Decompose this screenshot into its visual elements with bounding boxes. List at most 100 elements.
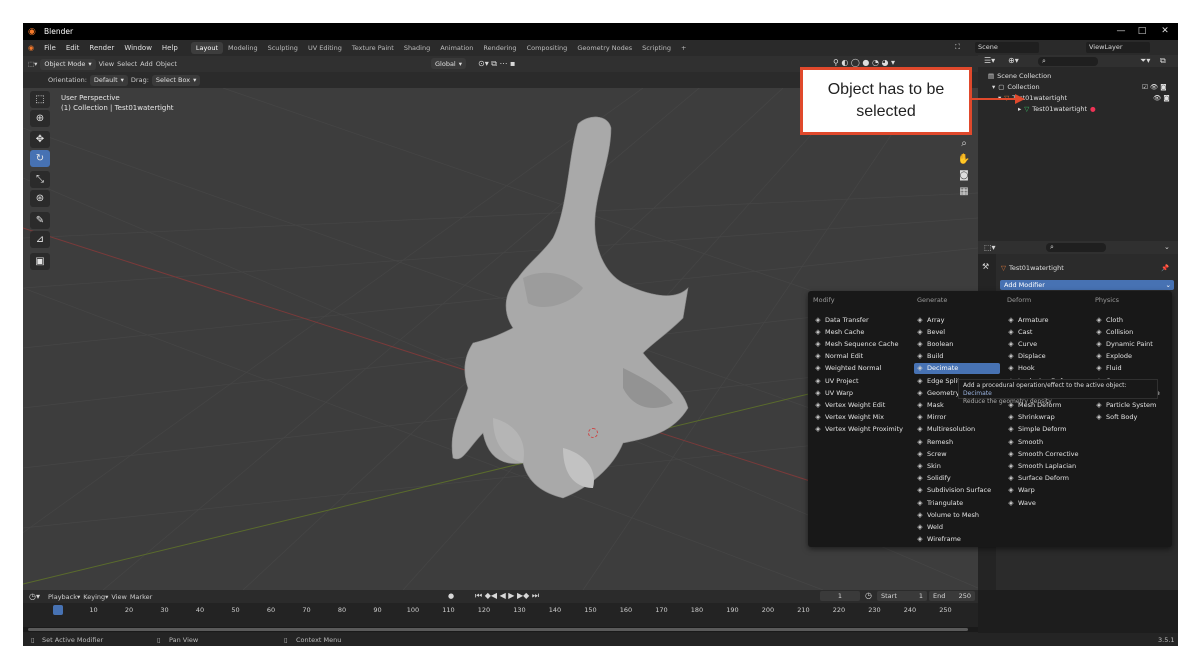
rotate-icon[interactable]: ↻ (30, 150, 50, 167)
modifier-item-fluid[interactable]: ◈ Fluid (1093, 363, 1168, 374)
properties-search-input[interactable]: ⌕ (1046, 243, 1106, 252)
modifier-item-wave[interactable]: ◈ Wave (1005, 497, 1090, 508)
tool-tab-icon[interactable]: ⚒ (982, 262, 989, 271)
playhead[interactable] (53, 605, 63, 615)
annotate-icon[interactable]: ✎ (30, 212, 50, 229)
pivot-snap-icons[interactable]: ⊙▾ ⧉ ⋯ ▪ (478, 59, 515, 69)
modifier-item-armature[interactable]: ◈ Armature (1005, 314, 1090, 325)
clock-icon[interactable]: ◷ (865, 591, 872, 600)
workspace-tab-uv-editing[interactable]: UV Editing (303, 42, 347, 54)
measure-icon[interactable]: ⊿ (30, 231, 50, 248)
modifier-item-vertex-weight-proximity[interactable]: ◈ Vertex Weight Proximity (812, 424, 910, 435)
modifier-item-mesh-cache[interactable]: ◈ Mesh Cache (812, 326, 910, 337)
modifier-item-collision[interactable]: ◈ Collision (1093, 326, 1168, 337)
scene-selector[interactable]: Scene (975, 42, 1039, 53)
modifier-item-subdivision-surface[interactable]: ◈ Subdivision Surface (914, 485, 1000, 496)
modifier-item-normal-edit[interactable]: ◈ Normal Edit (812, 351, 910, 362)
modifier-item-hook[interactable]: ◈ Hook (1005, 363, 1090, 374)
modifier-item-vertex-weight-edit[interactable]: ◈ Vertex Weight Edit (812, 399, 910, 410)
transform-orientation-dropdown[interactable]: Global ▾ (431, 58, 467, 69)
filter-icon[interactable]: ⏷▾ (1140, 56, 1150, 66)
menu-help[interactable]: Help (157, 44, 183, 52)
modifier-item-smooth[interactable]: ◈ Smooth (1005, 436, 1090, 447)
modifier-item-uv-warp[interactable]: ◈ UV Warp (812, 387, 910, 398)
modifier-item-solidify[interactable]: ◈ Solidify (914, 473, 1000, 484)
mode-dropdown[interactable]: Object Mode ▾ (40, 58, 96, 70)
camera-icon[interactable]: ◙ (957, 170, 971, 184)
viewport-shading-icons[interactable]: ⚲ ◐ ◯ ● ◔ ◕ ▾ (833, 58, 895, 67)
playback-controls[interactable]: ⏮ ◆◀ ◀ ▶ ▶◆ ⏭ (475, 591, 539, 601)
outliner-row-collection[interactable]: ▾ ▢ Collection ☑ 👁 ◙ (992, 83, 1172, 91)
modifier-item-smooth-corrective[interactable]: ◈ Smooth Corrective (1005, 448, 1090, 459)
record-icon[interactable]: ● (448, 592, 454, 600)
marker-menu[interactable]: Marker (130, 593, 152, 601)
drag-dropdown[interactable]: Select Box ▾ (151, 74, 201, 86)
modifier-item-cast[interactable]: ◈ Cast (1005, 326, 1090, 337)
modifier-item-data-transfer[interactable]: ◈ Data Transfer (812, 314, 910, 325)
outliner-row-mesh[interactable]: ▸ ▽ Test01watertight ● (1018, 105, 1096, 113)
maximize-button[interactable]: □ (1131, 23, 1153, 40)
menu-render[interactable]: Render (84, 44, 119, 52)
timeline-scrollbar[interactable] (28, 628, 968, 631)
object-visibility-icons[interactable]: 👁 ◙ (1153, 94, 1170, 102)
modifier-item-shrinkwrap[interactable]: ◈ Shrinkwrap (1005, 412, 1090, 423)
current-frame-field[interactable]: 1 (820, 591, 860, 601)
end-frame-field[interactable]: End 250 (929, 591, 975, 601)
editor-type-icon[interactable]: ⬚▾ (28, 60, 37, 68)
add-menu[interactable]: Add (140, 60, 153, 68)
modifier-item-smooth-laplacian[interactable]: ◈ Smooth Laplacian (1005, 460, 1090, 471)
modifier-item-volume-to-mesh[interactable]: ◈ Volume to Mesh (914, 509, 1000, 520)
modifier-item-warp[interactable]: ◈ Warp (1005, 485, 1090, 496)
modifier-item-weighted-normal[interactable]: ◈ Weighted Normal (812, 363, 910, 374)
pan-hand-icon[interactable]: ✋ (957, 154, 971, 168)
workspace-tab-layout[interactable]: Layout (190, 42, 223, 54)
modifier-item-simple-deform[interactable]: ◈ Simple Deform (1005, 424, 1090, 435)
modifier-item-bevel[interactable]: ◈ Bevel (914, 326, 1000, 337)
minimize-button[interactable]: — (1110, 23, 1132, 40)
workspace-tab-shading[interactable]: Shading (399, 42, 435, 54)
add-workspace-button[interactable]: + (676, 42, 691, 54)
modifier-item-cloth[interactable]: ◈ Cloth (1093, 314, 1168, 325)
view-layer-selector[interactable]: ViewLayer (1086, 42, 1150, 53)
playback-menu[interactable]: Playback▾ (48, 593, 80, 601)
properties-editor-icon[interactable]: ⬚▾ (984, 243, 996, 252)
modifier-item-displace[interactable]: ◈ Displace (1005, 351, 1090, 362)
workspace-tab-modeling[interactable]: Modeling (223, 42, 263, 54)
zoom-icon[interactable]: ⌕ (957, 138, 971, 152)
view-menu[interactable]: View (99, 60, 114, 68)
modifier-item-dynamic-paint[interactable]: ◈ Dynamic Paint (1093, 338, 1168, 349)
menu-window[interactable]: Window (119, 44, 157, 52)
collection-visibility-icons[interactable]: ☑ 👁 ◙ (1142, 83, 1167, 91)
ortho-grid-icon[interactable]: ▦ (957, 186, 971, 200)
cursor-3d-icon[interactable]: ⊕ (30, 110, 50, 127)
modifier-item-mesh-sequence-cache[interactable]: ◈ Mesh Sequence Cache (812, 338, 910, 349)
select-menu[interactable]: Select (117, 60, 137, 68)
workspace-tab-animation[interactable]: Animation (435, 42, 478, 54)
modifier-item-surface-deform[interactable]: ◈ Surface Deform (1005, 473, 1090, 484)
modifier-item-screw[interactable]: ◈ Screw (914, 448, 1000, 459)
modifier-item-explode[interactable]: ◈ Explode (1093, 351, 1168, 362)
start-frame-field[interactable]: Start 1 (877, 591, 927, 601)
modifier-item-build[interactable]: ◈ Build (914, 351, 1000, 362)
workspace-tab-compositing[interactable]: Compositing (522, 42, 573, 54)
outliner-search-input[interactable]: ⌕ (1038, 57, 1098, 66)
modifier-item-array[interactable]: ◈ Array (914, 314, 1000, 325)
modifier-item-curve[interactable]: ◈ Curve (1005, 338, 1090, 349)
modifier-item-mirror[interactable]: ◈ Mirror (914, 412, 1000, 423)
scale-icon[interactable]: ⤡ (30, 171, 50, 188)
workspace-tab-rendering[interactable]: Rendering (478, 42, 521, 54)
close-button[interactable]: ✕ (1154, 23, 1176, 40)
modifier-item-multiresolution[interactable]: ◈ Multiresolution (914, 424, 1000, 435)
menu-file[interactable]: File (39, 44, 61, 52)
new-collection-icon[interactable]: ⧉ (1160, 56, 1166, 66)
transform-icon[interactable]: ⊛ (30, 190, 50, 207)
modifier-item-skin[interactable]: ◈ Skin (914, 460, 1000, 471)
display-mode-icon[interactable]: ⊕▾ (1008, 56, 1019, 65)
move-icon[interactable]: ✥ (30, 131, 50, 148)
keying-menu[interactable]: Keying▾ (83, 593, 108, 601)
modifier-item-boolean[interactable]: ◈ Boolean (914, 338, 1000, 349)
timeline-editor-icon[interactable]: ◷▾ (29, 592, 40, 601)
add-modifier-button[interactable]: Add Modifier ⌄ (1000, 280, 1174, 290)
orientation-dropdown[interactable]: Default ▾ (89, 74, 128, 86)
modifier-item-wireframe[interactable]: ◈ Wireframe (914, 534, 1000, 545)
